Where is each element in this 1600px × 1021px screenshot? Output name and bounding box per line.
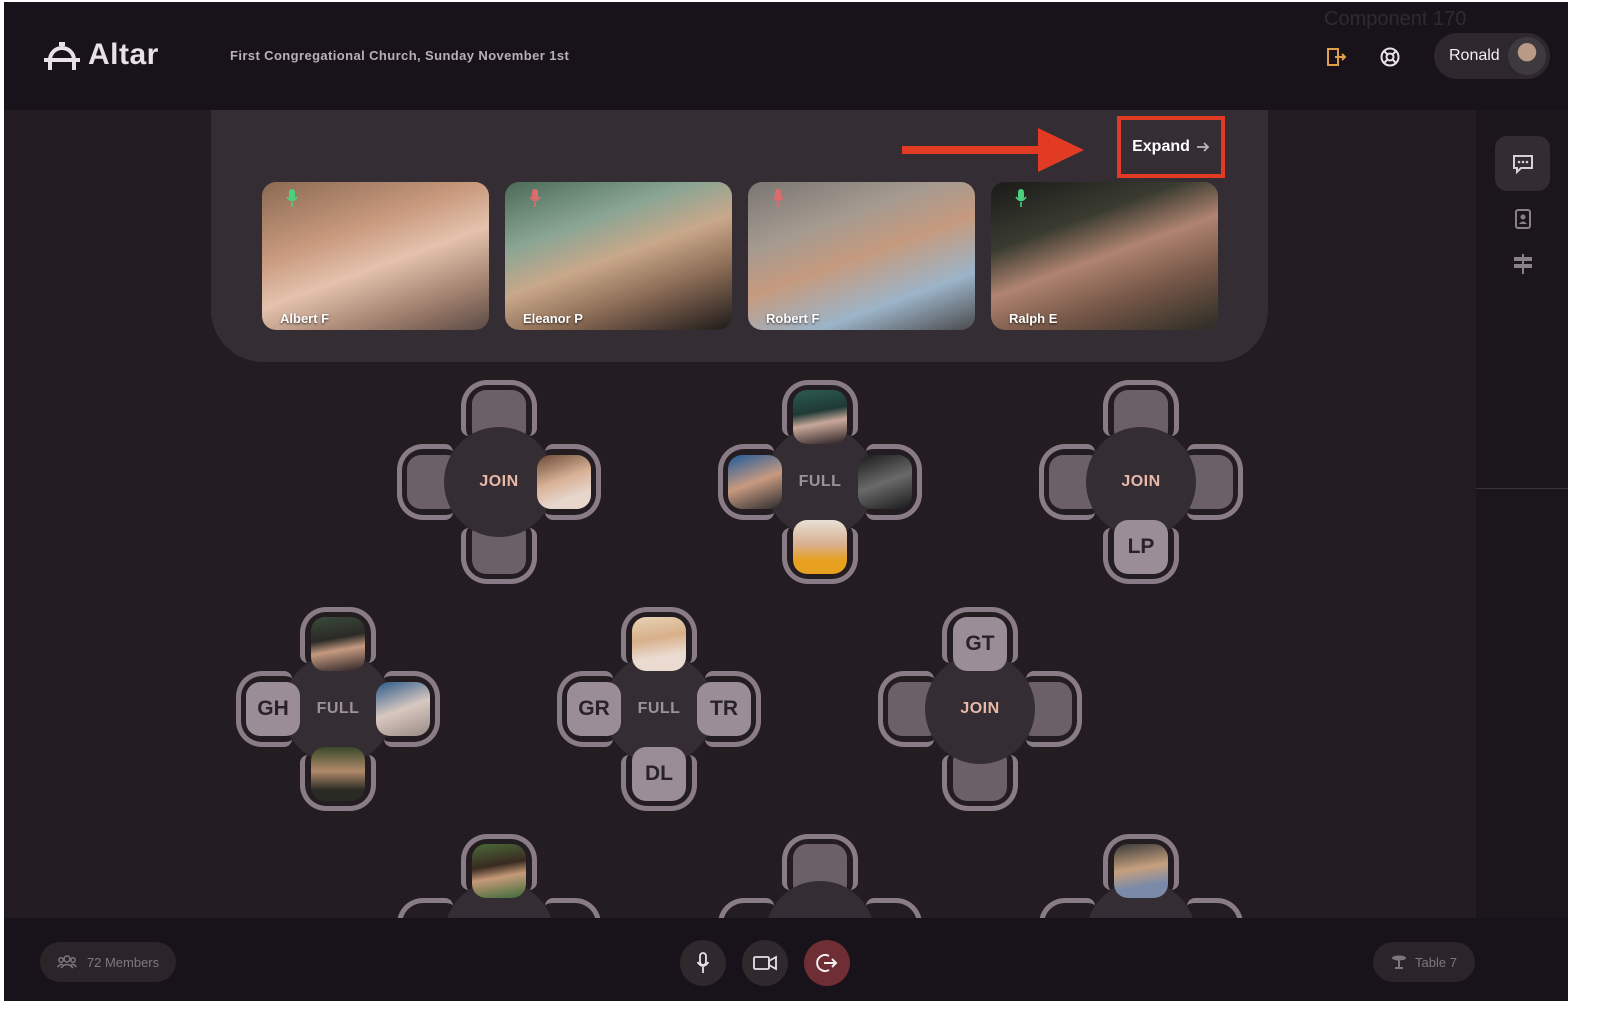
leave-button[interactable] [804,940,850,986]
user-name: Ronald [1449,47,1500,64]
component-label: Component 170 [1324,8,1467,30]
seat-avatar [472,844,526,898]
microphone-icon [1015,189,1027,207]
table-5[interactable]: FULL GR TR DL [557,607,761,811]
chat-icon [1512,154,1533,174]
table-1[interactable]: JOIN [397,380,601,584]
speaker-tile-eleanor[interactable]: Eleanor P [505,182,732,330]
table-6[interactable]: JOIN GT [878,607,1082,811]
seat-avatar [376,682,430,736]
signpost-button[interactable] [1495,236,1550,291]
speaker-name: Eleanor P [523,311,583,326]
speaker-name: Robert F [766,311,820,326]
microphone-muted-icon [772,189,784,207]
speaker-name: Ralph E [1009,311,1058,326]
chat-button[interactable] [1495,136,1550,191]
seat-avatar [858,455,912,509]
seat-avatar [793,520,847,574]
table-icon [1392,955,1407,969]
lifebuoy-icon [1380,47,1400,67]
expand-button[interactable]: Expand [1117,116,1225,178]
user-menu[interactable]: Ronald [1434,33,1550,79]
table-label: Table 7 [1415,954,1457,970]
table-3[interactable]: JOIN LP [1039,380,1243,584]
seat-avatar [311,617,365,671]
signpost-icon [1513,253,1532,274]
microphone-icon [286,189,298,207]
expand-label: Expand [1132,138,1190,155]
speaker-tile-robert[interactable]: Robert F [748,182,975,330]
help-button[interactable] [1375,42,1405,72]
seat-initials: GR [567,682,621,736]
group-icon [56,955,77,969]
seat-initials: GT [953,617,1007,671]
annotation-arrow-icon [902,128,1084,172]
seat-initials: TR [697,682,751,736]
speaker-name: Albert F [280,311,330,326]
seat-initials: DL [632,747,686,801]
seat-avatar [728,455,782,509]
table-2[interactable]: FULL [718,380,922,584]
seat-avatar [632,617,686,671]
exit-door-icon [1327,48,1347,66]
current-table-button[interactable]: Table 7 [1373,942,1475,982]
seat-initials: GH [246,682,300,736]
members-button[interactable]: 72 Members [40,942,176,982]
speaker-tile-ralph[interactable]: Ralph E [991,182,1218,330]
microphone-muted-icon [529,189,541,207]
app-name: Altar [88,38,159,71]
camera-button[interactable] [742,940,788,986]
bottom-bar: 72 Members Table 7 [4,918,1568,1001]
microphone-icon [696,952,710,973]
seat-avatar [793,390,847,444]
right-sidebar [1476,110,1568,918]
arrow-right-icon [1196,142,1210,152]
app-logo[interactable]: Altar [42,38,159,72]
top-bar: Altar First Congregational Church, Sunda… [4,2,1568,110]
leave-icon [816,954,838,972]
seat-avatar [1114,844,1168,898]
members-count: 72 Members [86,954,160,970]
microphone-button[interactable] [680,940,726,986]
seat-avatar [537,455,591,509]
avatar [1508,37,1546,75]
table-4[interactable]: FULL GH [236,607,440,811]
video-camera-icon [753,955,777,971]
contact-book-icon [1514,208,1531,229]
seat-initials: LP [1114,520,1168,574]
app-window: Altar First Congregational Church, Sunda… [4,2,1568,1001]
altar-logo-icon [44,42,80,70]
event-title: First Congregational Church, Sunday Nove… [230,48,570,63]
seat-avatar [311,747,365,801]
sidebar-divider [1476,488,1568,489]
exit-door-button[interactable] [1321,42,1351,72]
speaker-tile-albert[interactable]: Albert F [262,182,489,330]
